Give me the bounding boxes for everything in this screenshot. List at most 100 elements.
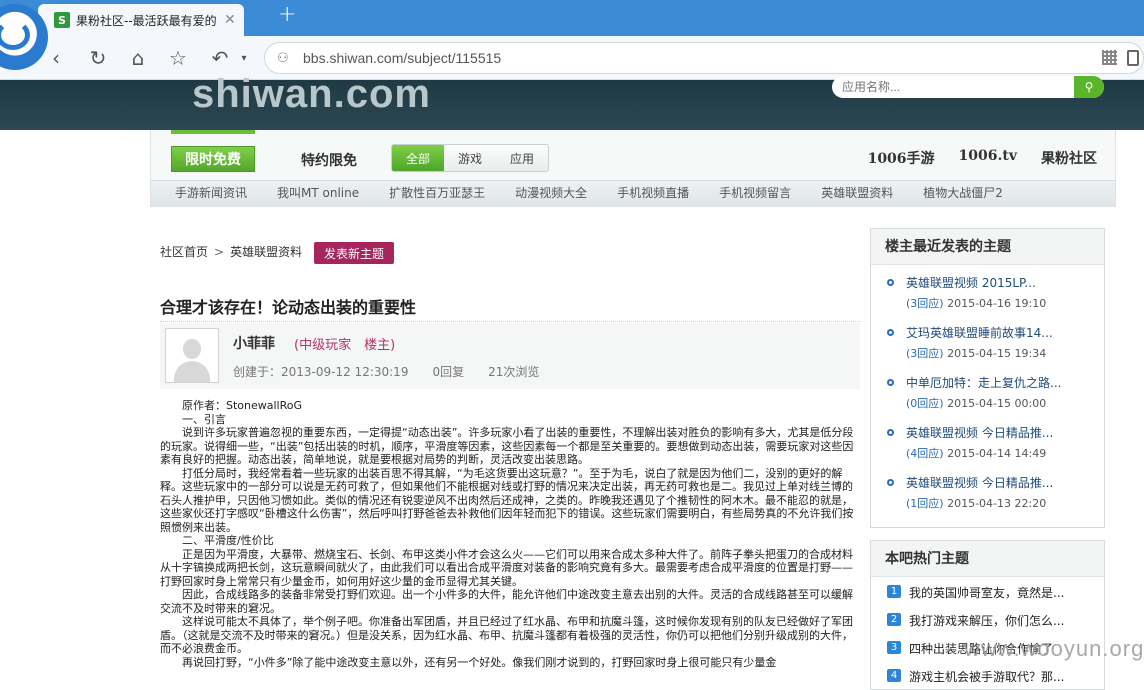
breadcrumb-section[interactable]: 英雄联盟资料: [230, 243, 302, 260]
paragraph: 再说回打野，“小件多”除了能中途改变主意以外，还有另一个好处。像我们刚才说到的，…: [182, 655, 777, 669]
app-search-input[interactable]: [832, 76, 1074, 98]
reply-count[interactable]: (3回应): [906, 347, 944, 360]
reply-count[interactable]: (3回应): [906, 297, 944, 310]
divider: [160, 321, 860, 322]
segment-apps[interactable]: 应用: [496, 145, 548, 171]
subnav-item[interactable]: 我叫MT online: [277, 181, 359, 206]
breadcrumb-separator: >: [214, 244, 225, 259]
list-item[interactable]: 2 我打游戏来解压，你们怎么...: [871, 605, 1104, 633]
url-text[interactable]: bbs.shiwan.com/subject/115515: [303, 50, 501, 66]
link-fan-community[interactable]: 果粉社区: [1041, 148, 1097, 168]
hot-topic-title[interactable]: 我打游戏来解压，你们怎么...: [909, 612, 1064, 629]
back-icon[interactable]: ‹: [42, 44, 70, 72]
reader-icon[interactable]: [1127, 50, 1139, 66]
recent-topics-title: 楼主最近发表的主题: [871, 229, 1104, 265]
new-topic-button[interactable]: 发表新主题: [314, 242, 394, 264]
post-meta: 创建于：2013-09-12 12:30:19 0回复 21次浏览: [233, 363, 539, 380]
hot-topic-title[interactable]: 我的英国帅哥室友，竟然是...: [909, 584, 1064, 601]
site-header: shiwan.com ⚲: [0, 72, 1144, 130]
list-item[interactable]: 英雄联盟视频 今日精品推... (1回应) 2015-04-13 22:20: [871, 467, 1104, 517]
list-item[interactable]: 中单厄加特：走上复仇之路... (0回应) 2015-04-15 00:00: [871, 367, 1104, 417]
breadcrumb-home[interactable]: 社区首页: [160, 243, 208, 260]
recent-topic-title[interactable]: 艾玛英雄联盟睡前故事14...: [906, 324, 1053, 341]
sidebar: 楼主最近发表的主题 英雄联盟视频 2015LP... (3回应) 2015-04…: [870, 228, 1105, 690]
recent-topic-meta: (0回应) 2015-04-15 00:00: [906, 395, 1046, 411]
timestamp: 2015-04-14 14:49: [947, 447, 1047, 460]
recent-topic-title[interactable]: 英雄联盟视频 2015LP...: [906, 274, 1036, 291]
paragraph: 正是因为平滑度，大暴带、燃烧宝石、长剑、布甲这类小件才会这么火——它们可以用来合…: [160, 547, 853, 588]
paragraph: 这样说可能太不具体了，举个例子吧。你准备出军团盾，并且已经过了红水晶、布甲和抗魔…: [160, 615, 853, 655]
main-content: 社区首页 > 英雄联盟资料 发表新主题 合理才该存在！论动态出装的重要性 小菲菲…: [150, 218, 862, 676]
breadcrumb: 社区首页 > 英雄联盟资料: [160, 243, 302, 260]
reload-icon[interactable]: ↻: [84, 44, 112, 72]
post-body: 原作者：StonewallRoG 一、引言 说到许多玩家普遍忽视的重要东西，一定…: [160, 399, 858, 669]
reply-count: 0回复: [432, 365, 465, 379]
subnav-item[interactable]: 手机视频直播: [617, 181, 689, 206]
reply-count[interactable]: (1回应): [906, 497, 944, 510]
green-strip: [171, 130, 255, 134]
qr-code-icon[interactable]: [1102, 50, 1117, 65]
view-count: 21次浏览: [488, 365, 540, 379]
rank-badge: 3: [887, 641, 901, 654]
link-1006-mobile-games[interactable]: 1006手游: [868, 148, 935, 168]
timestamp: 2015-04-16 19:10: [947, 297, 1047, 310]
recent-topic-meta: (3回应) 2015-04-15 19:34: [906, 345, 1046, 361]
subnav-item[interactable]: 英雄联盟资料: [821, 181, 893, 206]
browser-tab-bar: S 果粉社区--最活跃最有爱的 ✕ +: [0, 0, 1144, 70]
bullet-icon: [887, 429, 894, 436]
paragraph: 打低分局时，我经常看着一些玩家的出装百思不得其解，“为毛这货要出这玩意？”。至于…: [160, 466, 854, 534]
site-favicon-icon: S: [54, 12, 70, 28]
browser-tab[interactable]: S 果粉社区--最活跃最有爱的 ✕: [38, 4, 244, 36]
author-name[interactable]: 小菲菲: [233, 333, 275, 353]
watermark: www.wooyun.org: [964, 636, 1144, 661]
reply-count[interactable]: (4回应): [906, 447, 944, 460]
chevron-down-icon[interactable]: ▾: [230, 44, 258, 72]
reply-count[interactable]: (0回应): [906, 397, 944, 410]
close-icon[interactable]: ✕: [224, 12, 236, 28]
search-icon[interactable]: ⚲: [1074, 76, 1104, 98]
avatar[interactable]: [165, 328, 219, 383]
segment-all[interactable]: 全部: [392, 145, 444, 171]
timestamp: 2015-04-15 00:00: [947, 397, 1047, 410]
recent-topic-meta: (1回应) 2015-04-13 22:20: [906, 495, 1046, 511]
paragraph: 说到许多玩家普遍忽视的重要东西，一定得提“动态出装”。许多玩家小看了出装的重要性…: [160, 426, 854, 466]
star-icon[interactable]: ☆: [164, 44, 192, 72]
address-bar[interactable]: ⚇ bbs.shiwan.com/subject/115515: [264, 42, 1144, 74]
link-1006-tv[interactable]: 1006.tv: [959, 148, 1017, 168]
site-logo[interactable]: shiwan.com: [192, 72, 431, 117]
list-item[interactable]: 4 游戏主机会被手游取代？那...: [871, 661, 1104, 689]
recent-topic-meta: (4回应) 2015-04-14 14:49: [906, 445, 1046, 461]
subnav-item[interactable]: 植物大战僵尸2: [923, 181, 1003, 206]
subnav-item[interactable]: 手机视频留言: [719, 181, 791, 206]
recent-topic-title[interactable]: 中单厄加特：走上复仇之路...: [906, 374, 1061, 391]
bullet-icon: [887, 279, 894, 286]
list-item[interactable]: 1 我的英国帅哥室友，竟然是...: [871, 577, 1104, 605]
subnav-item[interactable]: 手游新闻资讯: [175, 181, 247, 206]
paragraph: 二、平滑度/性价比: [182, 534, 274, 547]
list-item[interactable]: 英雄联盟视频 2015LP... (3回应) 2015-04-16 19:10: [871, 267, 1104, 317]
segment-games[interactable]: 游戏: [444, 145, 496, 171]
limited-free-button[interactable]: 限时免费: [171, 146, 255, 172]
recent-topic-title[interactable]: 英雄联盟视频 今日精品推...: [906, 474, 1053, 491]
post-title: 合理才该存在！论动态出装的重要性: [160, 298, 417, 317]
subnav-item[interactable]: 动漫视频大全: [515, 181, 587, 206]
bullet-icon: [887, 479, 894, 486]
hot-topic-title[interactable]: 游戏主机会被手游取代？那...: [909, 668, 1064, 685]
paragraph: 原作者：StonewallRoG: [182, 399, 303, 412]
new-tab-button[interactable]: +: [278, 2, 296, 27]
subnav-item[interactable]: 扩散性百万亚瑟王: [389, 181, 485, 206]
special-free-link[interactable]: 特约限免: [301, 150, 357, 170]
tab-title: 果粉社区--最活跃最有爱的: [76, 13, 217, 28]
author-box: 小菲菲 (中级玩家 楼主) 创建于：2013-09-12 12:30:19 0回…: [160, 323, 860, 389]
home-icon[interactable]: ⌂: [124, 44, 152, 72]
rank-badge: 1: [887, 585, 901, 598]
site-search: ⚲: [832, 76, 1104, 98]
list-item[interactable]: 艾玛英雄联盟睡前故事14... (3回应) 2015-04-15 19:34: [871, 317, 1104, 367]
recent-topic-title[interactable]: 英雄联盟视频 今日精品推...: [906, 424, 1053, 441]
list-item[interactable]: 英雄联盟视频 今日精品推... (4回应) 2015-04-14 14:49: [871, 417, 1104, 467]
page-info-icon[interactable]: ⚇: [277, 51, 297, 66]
rank-badge: 2: [887, 613, 901, 626]
partner-links: 1006手游 1006.tv 果粉社区: [868, 148, 1097, 168]
timestamp: 2015-04-15 19:34: [947, 347, 1047, 360]
browser-toolbar: ‹ ↻ ⌂ ☆ ↶ ▾ ⚇ bbs.shiwan.com/subject/115…: [0, 36, 1144, 80]
